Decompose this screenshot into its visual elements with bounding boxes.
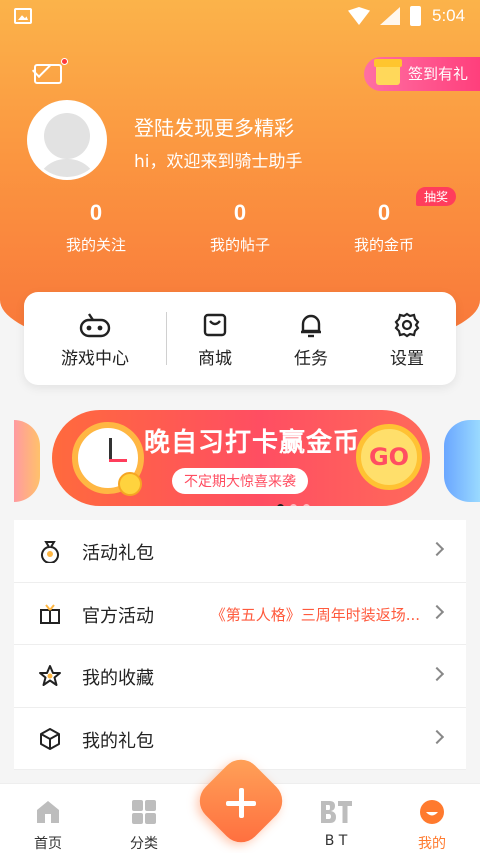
grid-icon [132,800,156,824]
list-item-activity-gifts[interactable]: 活动礼包 [14,520,466,583]
list-item-label: 官方活动 [82,605,154,627]
image-notification-icon [14,8,32,24]
stat-value: 0 [89,200,103,225]
tab-category[interactable]: 分类 [96,784,192,853]
list-item-favorites[interactable]: 我的收藏 [14,645,466,708]
stat-value: 0 [233,200,247,225]
profile-icon [420,800,444,824]
list-item-value: 《第五人格》三周年时装返场... [210,605,420,624]
bell-icon [301,314,321,338]
home-icon [37,801,59,823]
stat-following[interactable]: 0 我的关注 [36,200,156,255]
welcome-subtitle: hi，欢迎来到骑士助手 [134,152,303,172]
sign-in-reward-button[interactable]: 签到有礼 [363,57,480,91]
plus-icon[interactable] [224,786,258,820]
shopping-bag-icon [203,313,227,337]
stat-posts[interactable]: 0 我的帖子 [180,200,300,255]
menu-tasks[interactable]: 任务 [263,292,359,385]
avatar[interactable] [27,100,107,180]
banner-go-button[interactable]: GO [356,424,422,490]
carousel-dots [277,496,316,506]
menu-label: 商城 [198,349,232,369]
tab-bt[interactable]: B T [288,784,384,853]
prev-banner-peek[interactable] [14,420,40,502]
tab-label: B T [324,833,348,849]
promo-banner[interactable]: 晚自习打卡赢金币 不定期大惊喜来袭 GO [52,410,430,506]
tab-label: 分类 [130,836,158,852]
money-bag-icon [41,541,59,563]
gamepad-icon [79,313,111,338]
lottery-badge[interactable]: 抽奖 [416,187,457,206]
battery-icon [410,6,421,26]
menu-mall[interactable]: 商城 [167,292,263,385]
star-icon [39,665,61,686]
chevron-right-icon [429,604,445,619]
gift-box-icon [40,603,60,624]
feature-list: 活动礼包 官方活动 《第五人格》三周年时装返场... 我的收藏 我的礼包 [14,520,466,770]
chevron-right-icon [429,729,445,744]
stat-coins[interactable]: 0 我的金币 [324,200,444,255]
chevron-right-icon [429,666,445,682]
gift-icon [373,59,402,85]
stat-label: 我的金币 [353,236,414,254]
package-icon [40,727,60,750]
login-prompt-title[interactable]: 登陆发现更多精彩 [134,112,294,141]
signal-icon [380,7,400,25]
status-bar: 5:04 [0,0,480,34]
chevron-right-icon [429,541,445,557]
banner-title: 晚自习打卡赢金币 [144,428,361,458]
tab-mine[interactable]: 我的 [384,784,480,853]
bt-icon [321,801,352,823]
quick-menu: 游戏中心 商城 任务 设置 [24,292,456,385]
list-item-label: 活动礼包 [82,543,154,564]
menu-settings[interactable]: 设置 [359,292,455,385]
coin-icon [118,472,142,496]
carousel-dot[interactable] [277,504,284,506]
tab-label: 首页 [34,836,62,852]
avatar-face [44,113,90,159]
carousel-dot[interactable] [290,504,297,506]
avatar-body [36,159,98,177]
sign-in-label: 签到有礼 [407,65,468,83]
menu-game-center[interactable]: 游戏中心 [24,292,166,385]
unread-dot [61,58,68,65]
tab-home[interactable]: 首页 [0,784,96,853]
list-item-label: 我的礼包 [82,730,154,752]
menu-label: 任务 [294,349,328,369]
stat-label: 我的关注 [65,236,126,254]
menu-label: 游戏中心 [61,349,129,369]
carousel-dot[interactable] [303,504,310,506]
stat-label: 我的帖子 [209,236,270,254]
banner-subtitle: 不定期大惊喜来袭 [172,468,308,494]
message-icon[interactable] [34,58,68,84]
gear-icon [394,312,420,338]
list-item-label: 我的收藏 [82,668,154,689]
next-banner-peek[interactable] [444,420,480,502]
list-item-official-events[interactable]: 官方活动 《第五人格》三周年时装返场... [14,583,466,645]
menu-label: 设置 [390,349,424,369]
tab-label: 我的 [418,836,446,852]
status-time: 5:04 [432,6,466,25]
promo-carousel[interactable]: 晚自习打卡赢金币 不定期大惊喜来袭 GO [0,405,480,506]
wifi-icon [348,7,370,25]
